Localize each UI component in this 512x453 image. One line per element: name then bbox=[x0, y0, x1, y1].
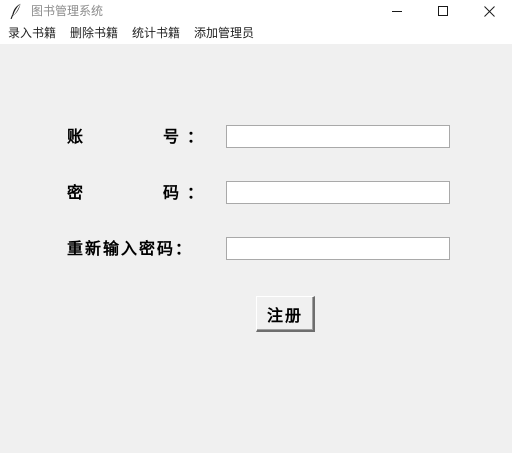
menu-item-delete-book[interactable]: 删除书籍 bbox=[70, 26, 118, 41]
register-button[interactable]: 注册 bbox=[256, 296, 315, 332]
maximize-icon bbox=[438, 6, 448, 16]
password-input[interactable] bbox=[226, 181, 450, 204]
password-label: 密 码： bbox=[67, 183, 203, 202]
title-bar[interactable]: 图书管理系统 bbox=[0, 0, 512, 22]
menu-bar: 录入书籍 删除书籍 统计书籍 添加管理员 bbox=[0, 22, 512, 44]
account-input[interactable] bbox=[226, 125, 450, 148]
menu-item-add-book[interactable]: 录入书籍 bbox=[8, 26, 56, 41]
menu-item-add-admin[interactable]: 添加管理员 bbox=[194, 26, 254, 41]
window-title: 图书管理系统 bbox=[31, 4, 104, 18]
menu-item-book-stats[interactable]: 统计书籍 bbox=[132, 26, 180, 41]
minimize-icon bbox=[392, 11, 402, 12]
maximize-button[interactable] bbox=[420, 0, 466, 22]
minimize-button[interactable] bbox=[374, 0, 420, 22]
feather-icon bbox=[10, 3, 21, 19]
close-button[interactable] bbox=[466, 0, 512, 22]
close-icon bbox=[483, 5, 495, 17]
confirm-password-input[interactable] bbox=[226, 237, 450, 260]
confirm-password-label: 重新输入密码： bbox=[67, 239, 194, 258]
account-label: 账 号： bbox=[67, 127, 203, 146]
